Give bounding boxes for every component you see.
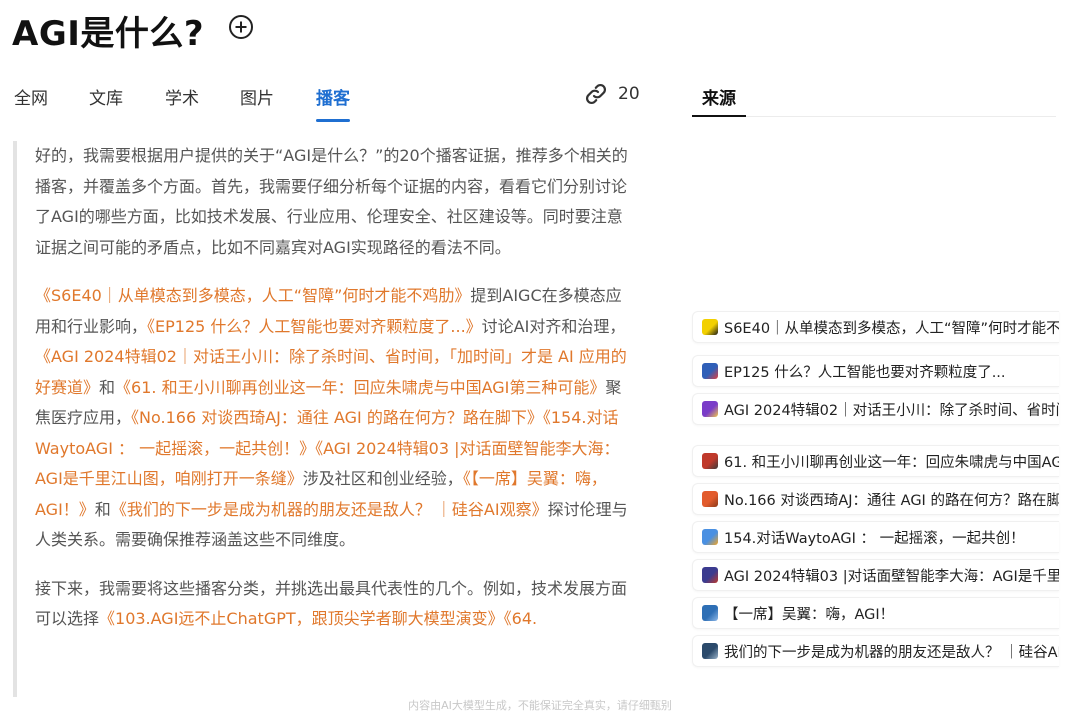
- source-item[interactable]: EP125 什么？人工智能也要对齐颗粒度了...: [692, 355, 1059, 387]
- podcast-cover-icon: [702, 453, 718, 469]
- source-title: EP125 什么？人工智能也要对齐颗粒度了...: [724, 364, 1006, 381]
- source-item[interactable]: AGI 2024特辑03 |对话面壁智能李大海：AGI是千里江山图，咱刚打开一条…: [692, 559, 1059, 591]
- active-tab-indicator: [316, 119, 350, 122]
- sources-tab-indicator: [692, 115, 746, 117]
- podcast-cover-icon: [702, 319, 718, 335]
- reasoning-text: 讨论AI对齐和治理，: [481, 316, 626, 336]
- source-title: 【一席】吴翼：嗨，AGI！: [724, 606, 895, 623]
- citation-link[interactable]: 《EP125 什么？人工智能也要对齐颗粒度了...》: [147, 317, 482, 336]
- add-button[interactable]: [228, 14, 254, 40]
- tab-web[interactable]: 全网: [14, 84, 48, 109]
- citation-link[interactable]: 《64.: [504, 609, 537, 628]
- reasoning-paragraph-2: 《S6E40｜从单模态到多模态，人工“智障”何时才能不鸡肋》提到AIGC在多模态…: [17, 281, 629, 556]
- source-item[interactable]: 61. 和王小川聊再创业这一年：回应朱啸虎与中国AGI第三种可能: [692, 445, 1059, 477]
- link-icon: [585, 83, 607, 105]
- tab-podcast[interactable]: 播客: [316, 84, 350, 109]
- plus-circle-icon: [229, 15, 253, 39]
- source-title: 154.对话WaytoAGI ： 一起摇滚，一起共创！: [724, 530, 1025, 547]
- source-title: 61. 和王小川聊再创业这一年：回应朱啸虎与中国AGI第三种可能: [724, 454, 1059, 471]
- source-item[interactable]: 【一席】吴翼：嗨，AGI！: [692, 597, 1059, 629]
- tab-academic[interactable]: 学术: [165, 84, 199, 109]
- citation-link[interactable]: 《61. 和王小川聊再创业这一年：回应朱啸虎与中国AGI第三种可能》: [115, 378, 605, 397]
- podcast-cover-icon: [702, 401, 718, 417]
- podcast-cover-icon: [702, 491, 718, 507]
- sources-tab[interactable]: 来源: [702, 84, 736, 109]
- podcast-cover-icon: [702, 567, 718, 583]
- citation-link[interactable]: 《我们的下一步是成为机器的朋友还是敌人？ ｜硅谷AI观察》: [111, 500, 548, 519]
- source-item[interactable]: AGI 2024特辑02｜对话王小川：除了杀时间、省时间，「加时间」才是 AI …: [692, 393, 1059, 425]
- divider: [746, 116, 1056, 117]
- reasoning-paragraph-1: 好的，我需要根据用户提供的关于“AGI是什么？”的20个播客证据，推荐多个相关的…: [35, 146, 628, 257]
- source-item[interactable]: S6E40｜从单模态到多模态，人工“智障”何时才能不鸡肋: [692, 311, 1059, 343]
- citation-link[interactable]: 《103.AGI远不止ChatGPT，跟顶尖学者聊大模型演变》: [99, 609, 504, 628]
- podcast-cover-icon: [702, 529, 718, 545]
- reasoning-block: 好的，我需要根据用户提供的关于“AGI是什么？”的20个播客证据，推荐多个相关的…: [13, 141, 629, 697]
- ai-disclaimer: 内容由AI大模型生成，不能保证完全真实，请仔细甄别: [408, 699, 672, 712]
- podcast-search-page: AGI是什么? 全网 文库 学术 图片 播客 20 来源 好的，我需要根据用户提…: [0, 0, 1080, 714]
- reasoning-text: 涉及社区和创业经验，: [302, 469, 463, 488]
- reasoning-text: 和: [99, 377, 116, 397]
- source-count: 20: [618, 84, 640, 104]
- podcast-cover-icon: [702, 643, 718, 659]
- source-title: S6E40｜从单模态到多模态，人工“智障”何时才能不鸡肋: [724, 320, 1059, 337]
- page-title: AGI是什么?: [12, 14, 205, 54]
- source-item[interactable]: No.166 对谈西琦AJ：通往 AGI 的路在何方？路在脚下: [692, 483, 1059, 515]
- source-title: No.166 对谈西琦AJ：通往 AGI 的路在何方？路在脚下: [724, 492, 1059, 509]
- reasoning-text: 和: [94, 499, 111, 519]
- source-title: 我们的下一步是成为机器的朋友还是敌人？ ｜硅谷AI观察: [724, 644, 1059, 661]
- podcast-cover-icon: [702, 363, 718, 379]
- citation-link[interactable]: 《No.166 对谈西琦AJ：通往 AGI 的路在何方？路在脚下》: [131, 408, 543, 427]
- tab-images[interactable]: 图片: [240, 84, 274, 109]
- podcast-cover-icon: [702, 605, 718, 621]
- source-title: AGI 2024特辑03 |对话面壁智能李大海：AGI是千里江山图，咱刚打开一条…: [724, 568, 1059, 585]
- source-title: AGI 2024特辑02｜对话王小川：除了杀时间、省时间，「加时间」才是 AI …: [724, 402, 1059, 419]
- source-item[interactable]: 我们的下一步是成为机器的朋友还是敌人？ ｜硅谷AI观察: [692, 635, 1059, 667]
- source-count-button[interactable]: 20: [584, 82, 640, 106]
- tab-library[interactable]: 文库: [89, 84, 123, 109]
- citation-link[interactable]: 《S6E40｜从单模态到多模态，人工“智障”何时才能不鸡肋》: [35, 286, 470, 305]
- source-item[interactable]: 154.对话WaytoAGI ： 一起摇滚，一起共创！: [692, 521, 1059, 553]
- reasoning-paragraph-3: 接下来，我需要将这些播客分类，并挑选出最具代表性的几个。例如，技术发展方面可以选…: [17, 574, 629, 635]
